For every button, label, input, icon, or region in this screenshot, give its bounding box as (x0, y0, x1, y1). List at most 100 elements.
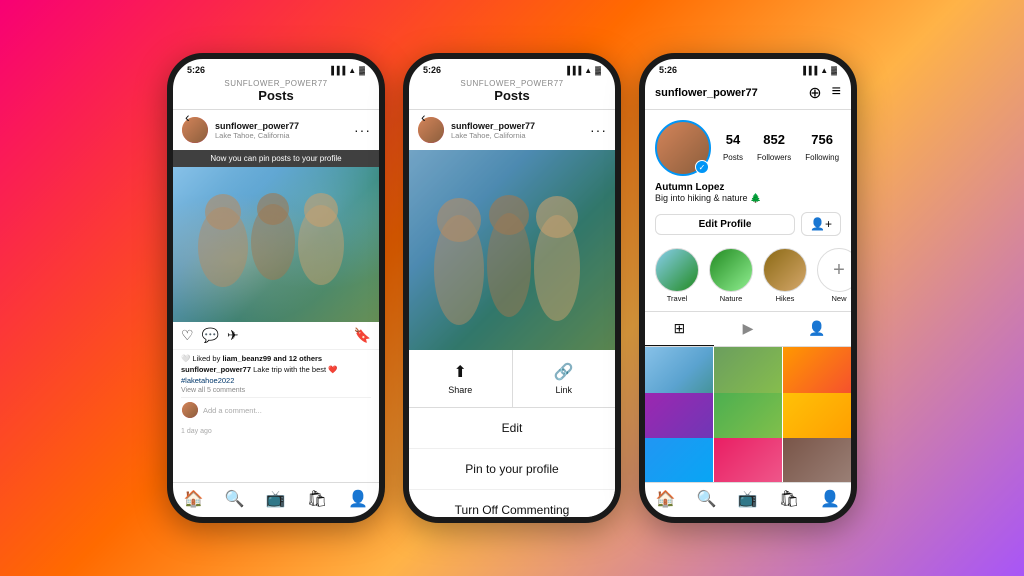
highlight-hikes-circle (763, 248, 807, 292)
link-action-icon: 🔗 (554, 362, 574, 382)
post-image (173, 167, 379, 322)
home-nav-icon[interactable]: 🏠 (184, 489, 204, 509)
wifi-icon-3: ▲ (820, 66, 828, 75)
share-action-label: Share (448, 385, 472, 395)
highlight-nature-label: Nature (709, 294, 753, 303)
search-nav-icon-3[interactable]: 🔍 (697, 489, 717, 509)
post-username[interactable]: sunflower_power77 (215, 121, 348, 131)
liked-by: 🤍 Liked by liam_beanz99 and 12 others (181, 354, 371, 363)
nav-title-1: Posts (181, 88, 371, 103)
profile-info: ✓ 54 Posts 852 Followers 756 Following (645, 110, 851, 182)
posts-label: Posts (723, 153, 743, 162)
followers-count: 852 (757, 132, 791, 147)
share-button[interactable]: ✈ (227, 327, 239, 344)
comment-button[interactable]: 💬 (202, 327, 219, 344)
profile-avatar[interactable]: ✓ (655, 120, 711, 176)
status-bar-3: 5:26 ▐▐▐ ▲ ▓ (645, 59, 851, 77)
profile-bio: Autumn Lopez Big into hiking & nature 🌲 (645, 182, 851, 212)
posts-count: 54 (723, 132, 743, 147)
reels-nav-icon-3[interactable]: 📺 (738, 489, 758, 509)
add-post-icon[interactable]: ⊕ (808, 83, 821, 103)
link-action-button[interactable]: 🔗 Link (513, 350, 616, 407)
photo-9[interactable] (783, 438, 851, 482)
signal-icon-2: ▐▐▐ (564, 66, 581, 75)
phone2-post-options-button[interactable]: ··· (590, 122, 607, 138)
action-sheet-top: ⬆ Share 🔗 Link (409, 350, 615, 408)
highlight-nature[interactable]: Nature (709, 248, 753, 303)
save-button[interactable]: 🔖 (354, 327, 371, 344)
wifi-icon: ▲ (348, 66, 356, 75)
action-sheet: ⬆ Share 🔗 Link Edit Pin to your profile … (409, 350, 615, 523)
add-comment-input[interactable]: Add a comment... (203, 406, 262, 415)
turn-off-commenting-action-item[interactable]: Turn Off Commenting (409, 490, 615, 523)
edit-profile-button[interactable]: Edit Profile (655, 214, 795, 235)
menu-icon[interactable]: ≡ (832, 83, 841, 103)
pin-action-item[interactable]: Pin to your profile (409, 449, 615, 490)
edit-action-item[interactable]: Edit (409, 408, 615, 449)
hashtag[interactable]: #laketahoe2022 (181, 376, 371, 385)
post-meta: 🤍 Liked by liam_beanz99 and 12 others su… (173, 350, 379, 426)
highlight-travel-label: Travel (655, 294, 699, 303)
add-comment-row: Add a comment... (181, 397, 371, 422)
profile-tabs: ⊞ ▶ 👤 (645, 312, 851, 347)
tab-grid[interactable]: ⊞ (645, 312, 714, 346)
nav-header-2: SUNFLOWER_POWER77 Posts (409, 77, 615, 110)
bottom-nav-1: 🏠 🔍 📺 🛍 👤 (173, 482, 379, 517)
photo-8[interactable] (714, 438, 782, 482)
phone-1: 5:26 ▐▐▐ ▲ ▓ SUNFLOWER_POWER77 Posts ‹ s… (167, 53, 385, 523)
highlight-new-circle: + (817, 248, 857, 292)
highlight-hikes[interactable]: Hikes (763, 248, 807, 303)
edit-profile-row: Edit Profile 👤+ (645, 212, 851, 244)
tab-reels[interactable]: ▶ (714, 312, 783, 346)
post-options-button[interactable]: ··· (354, 122, 371, 138)
phone-3: 5:26 ▐▐▐ ▲ ▓ sunflower_power77 ⊕ ≡ ✓ 54 … (639, 53, 857, 523)
view-comments[interactable]: View all 5 comments (181, 387, 371, 394)
status-bar-2: 5:26 ▐▐▐ ▲ ▓ (409, 59, 615, 77)
posts-stat: 54 Posts (723, 132, 743, 165)
highlight-travel[interactable]: Travel (655, 248, 699, 303)
bio-text: Big into hiking & nature 🌲 (655, 193, 841, 204)
share-action-icon: ⬆ (454, 362, 467, 382)
followers-stat[interactable]: 852 Followers (757, 132, 791, 165)
phone-2: 5:26 ▐▐▐ ▲ ▓ SUNFLOWER_POWER77 Posts ‹ s… (403, 53, 621, 523)
battery-icon-2: ▓ (595, 66, 601, 75)
like-button[interactable]: ♡ (181, 327, 194, 344)
search-nav-icon[interactable]: 🔍 (225, 489, 245, 509)
following-stat[interactable]: 756 Following (805, 132, 839, 165)
reels-nav-icon[interactable]: 📺 (266, 489, 286, 509)
photo-grid (645, 347, 851, 482)
caption-username[interactable]: sunflower_power77 (181, 365, 251, 374)
back-button-2[interactable]: ‹ (421, 109, 426, 125)
add-person-icon: 👤+ (810, 217, 832, 231)
highlight-nature-circle (709, 248, 753, 292)
home-nav-icon-3[interactable]: 🏠 (656, 489, 676, 509)
nav-header-1: SUNFLOWER_POWER77 Posts (173, 77, 379, 110)
timestamp: 1 day ago (173, 426, 379, 437)
back-button-1[interactable]: ‹ (185, 109, 190, 125)
post-location: Lake Tahoe, California (215, 131, 348, 140)
pin-notice: Now you can pin posts to your profile (173, 150, 379, 167)
time-3: 5:26 (659, 65, 677, 75)
highlight-travel-circle (655, 248, 699, 292)
battery-icon-3: ▓ (831, 66, 837, 75)
post-actions: ♡ 💬 ✈ 🔖 (173, 322, 379, 350)
phone2-post-username[interactable]: sunflower_power77 (451, 121, 584, 131)
tab-tagged[interactable]: 👤 (782, 312, 851, 346)
nav-subtitle-1: SUNFLOWER_POWER77 (181, 79, 371, 88)
photo-7[interactable] (645, 438, 713, 482)
profile-nav-icon-3[interactable]: 👤 (820, 489, 840, 509)
time-2: 5:26 (423, 65, 441, 75)
followers-label: Followers (757, 153, 791, 162)
liked-user[interactable]: liam_beanz99 (222, 354, 271, 363)
battery-icon: ▓ (359, 66, 365, 75)
highlight-new[interactable]: + New (817, 248, 857, 303)
post-user-row: sunflower_power77 Lake Tahoe, California… (173, 110, 379, 150)
status-icons-3: ▐▐▐ ▲ ▓ (800, 66, 837, 75)
profile-nav-icon[interactable]: 👤 (348, 489, 368, 509)
highlight-hikes-label: Hikes (763, 294, 807, 303)
add-person-button[interactable]: 👤+ (801, 212, 841, 236)
profile-header-icons: ⊕ ≡ (808, 83, 841, 103)
shop-nav-icon[interactable]: 🛍 (307, 489, 327, 509)
share-action-button[interactable]: ⬆ Share (409, 350, 513, 407)
shop-nav-icon-3[interactable]: 🛍 (779, 489, 799, 509)
